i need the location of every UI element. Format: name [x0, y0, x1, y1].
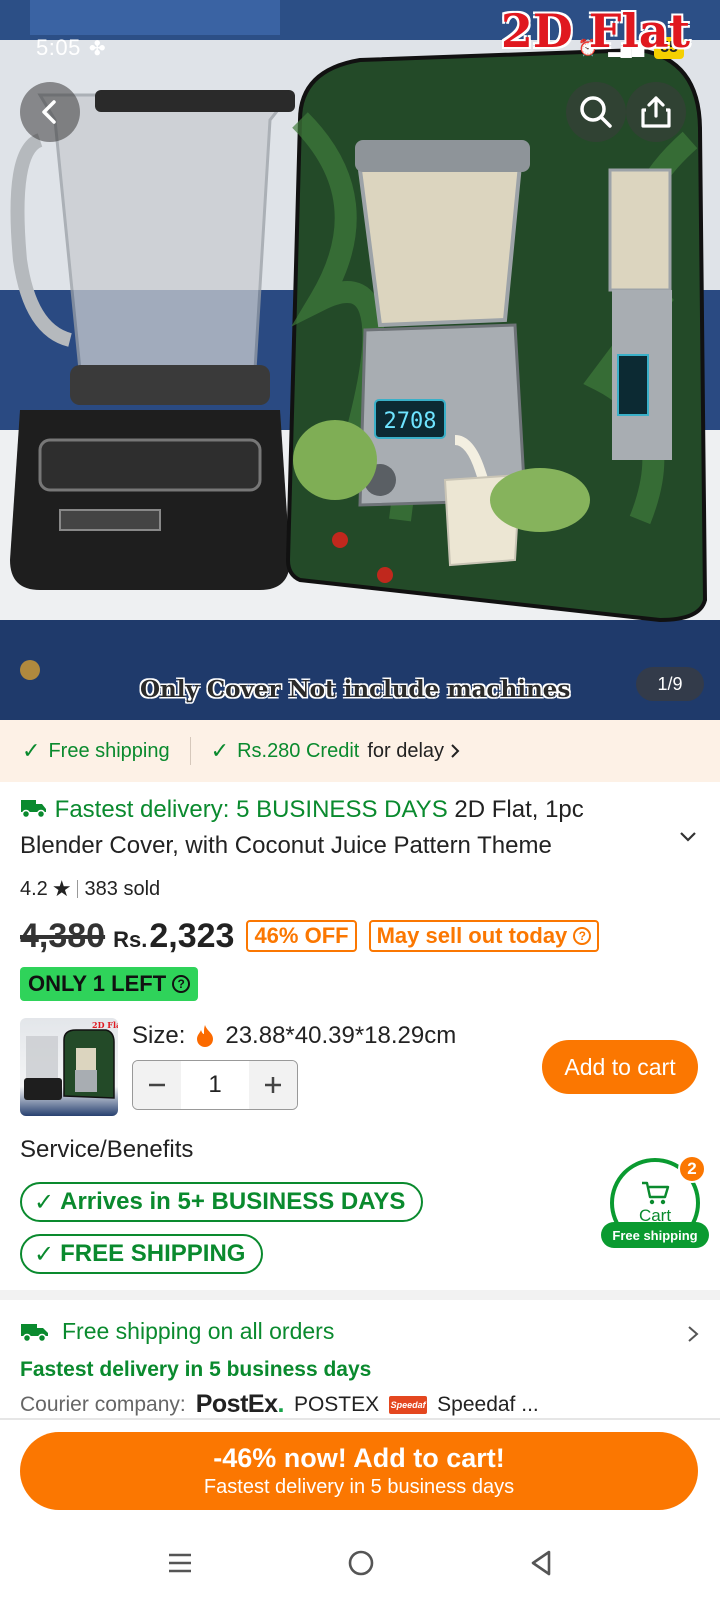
rating-value: 4.2: [20, 877, 48, 900]
speedaf-name: Speedaf ...: [437, 1392, 539, 1416]
brand-watermark: 2D Flat: [500, 4, 690, 58]
truck-icon: [21, 800, 46, 819]
sold-count: 383 sold: [84, 877, 161, 900]
chevron-down-icon[interactable]: [678, 830, 698, 844]
quantity-value[interactable]: 1: [181, 1071, 249, 1099]
stock-badge[interactable]: ONLY 1 LEFT ?: [20, 967, 199, 1001]
credit-suffix: for delay: [367, 739, 445, 762]
postex-name: POSTEX: [293, 1392, 380, 1416]
sellout-label: May sell out today: [376, 923, 568, 948]
truck-icon: [21, 1323, 48, 1342]
fastest-delivery: Fastest delivery in 5 business days: [20, 1358, 372, 1381]
check-icon: ✓: [22, 738, 41, 763]
bottom-add-to-cart-button[interactable]: -46% now! Add to cart! Fastest delivery …: [20, 1432, 698, 1510]
search-button[interactable]: [566, 82, 626, 142]
shipping-headline: Free shipping on all orders: [62, 1318, 335, 1344]
sku-thumbnail[interactable]: 2D Flat: [20, 1018, 118, 1116]
cart-count-badge: 2: [678, 1155, 706, 1183]
size-label: Size:: [132, 1022, 186, 1049]
question-icon: ?: [172, 975, 191, 993]
image-counter: 1/9: [636, 667, 704, 701]
check-icon: ✓: [34, 1188, 55, 1216]
star-icon: ★: [51, 876, 72, 901]
quantity-stepper[interactable]: 1: [132, 1060, 298, 1110]
add-to-cart-button[interactable]: Add to cart: [542, 1040, 698, 1094]
benefit-free-shipping: ✓ FREE SHIPPING: [20, 1234, 264, 1274]
stock-label: ONLY 1 LEFT: [28, 971, 167, 996]
back-icon: [42, 100, 56, 124]
service-title: Service/Benefits: [20, 1136, 194, 1163]
question-icon: ?: [573, 927, 592, 945]
home-icon[interactable]: [347, 1549, 375, 1577]
check-icon: ✓: [210, 738, 230, 763]
search-icon: [580, 96, 612, 128]
shipping-strip[interactable]: ✓ Free shipping ✓ Rs.280 Credit for dela…: [0, 720, 720, 782]
decrement-button[interactable]: [133, 1061, 181, 1109]
image-caption: Only Cover Not include machines: [140, 676, 571, 703]
bottom-bar-border: [0, 1418, 720, 1420]
divider: [76, 880, 78, 898]
plus-icon: [265, 1077, 281, 1093]
check-icon: ✓: [34, 1240, 55, 1268]
size-line[interactable]: Size: 23.88*40.39*18.29cm: [132, 1022, 456, 1050]
benefit-label: FREE SHIPPING: [60, 1240, 246, 1267]
price-row: 4,380 Rs. 2,323 46% OFF May sell out tod…: [20, 914, 600, 958]
chevron-right-icon[interactable]: [686, 1324, 700, 1344]
cart-icon: [642, 1181, 670, 1205]
product-page: 2708 5:05 ✤ ⏰ ▂▄▆ 55 2D Flat Only Cover …: [0, 0, 720, 1600]
cta-main-text: -46% now! Add to cart!: [213, 1443, 505, 1473]
benefit-label: Arrives in 5+ BUSINESS DAYS: [60, 1188, 406, 1215]
size-value: 23.88*40.39*18.29cm: [225, 1022, 457, 1049]
display-reading: 2708: [384, 409, 437, 434]
minus-icon: [149, 1083, 165, 1087]
benefit-arrival: ✓ Arrives in 5+ BUSINESS DAYS: [20, 1182, 424, 1222]
sku-brand: 2D Flat: [92, 1020, 118, 1030]
sellout-badge[interactable]: May sell out today ?: [368, 920, 600, 952]
sku-image: 2D Flat: [24, 1020, 118, 1100]
section-divider: [0, 1290, 720, 1300]
credit-link[interactable]: Rs.280 Credit: [237, 740, 359, 763]
free-shipping-label: Free shipping: [48, 739, 170, 762]
fan-icon: ✤: [88, 37, 106, 60]
increment-button[interactable]: [249, 1061, 297, 1109]
share-button[interactable]: [626, 82, 686, 142]
rating-row[interactable]: 4.2 ★ 383 sold: [20, 876, 160, 902]
cart-free-shipping-badge: Free shipping: [601, 1222, 709, 1248]
back-triangle-icon[interactable]: [529, 1549, 553, 1577]
courier-line: Courier company: PostEx. POSTEX Speedaf …: [20, 1390, 539, 1419]
postex-logo-text: PostEx: [195, 1390, 278, 1418]
title-fade: [560, 828, 660, 864]
share-icon: [641, 96, 671, 128]
delivery-prefix: Fastest delivery: 5 BUSINESS DAYS: [54, 796, 448, 823]
system-nav-bar: [0, 1526, 720, 1600]
discount-badge: 46% OFF: [246, 920, 357, 952]
status-time: 5:05: [36, 35, 81, 60]
old-price: 4,380: [20, 916, 106, 955]
fire-icon: [197, 1025, 214, 1047]
courier-label: Courier company:: [20, 1392, 186, 1416]
divider: [189, 737, 191, 765]
current-price: 2,323: [149, 916, 235, 955]
postex-logo: PostEx.: [195, 1390, 285, 1418]
back-button[interactable]: [20, 82, 80, 142]
product-image-carousel[interactable]: 2708 5:05 ✤ ⏰ ▂▄▆ 55 2D Flat Only Cover …: [0, 0, 720, 720]
speedaf-logo: Speedaf: [389, 1395, 428, 1414]
chevron-right-icon: [451, 744, 460, 758]
cta-sub-text: Fastest delivery in 5 business days: [203, 1476, 515, 1498]
currency: Rs.: [113, 927, 148, 952]
shipping-info-headline[interactable]: Free shipping on all orders: [20, 1318, 334, 1345]
menu-icon[interactable]: [167, 1551, 193, 1575]
